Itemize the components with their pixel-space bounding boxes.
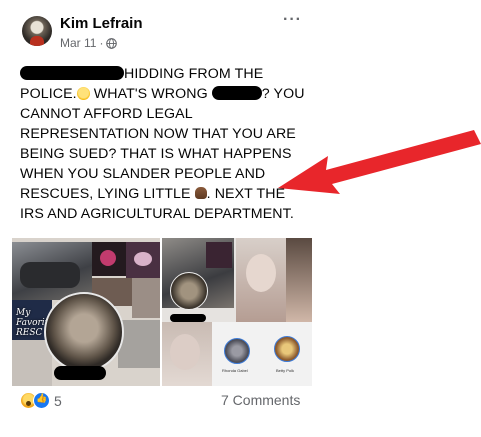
photo-tag: Rhonda Gabel	[222, 368, 248, 373]
post-date[interactable]: Mar 11	[60, 36, 96, 50]
post-text-line: CANNOT AFFORD LEGAL	[20, 106, 193, 122]
post-text-line: RESCUES, LYING LITTLE . NEXT THE	[20, 184, 285, 204]
like-reaction-icon	[33, 392, 50, 409]
poop-emoji-icon	[194, 187, 207, 199]
globe-icon	[106, 37, 118, 49]
post-text-line: REPRESENTATION NOW THAT YOU ARE	[20, 126, 296, 142]
redacted-name	[211, 86, 262, 100]
post-text: HIDDING FROM THE POLICE. WHAT'S WRONG ? …	[20, 64, 304, 224]
red-arrow-annotation	[278, 130, 481, 194]
meta-separator: ·	[99, 36, 104, 50]
post-text-line: POLICE. WHAT'S WRONG ? YOU	[20, 84, 304, 104]
post-text-segment: HIDDING FROM THE	[124, 66, 264, 82]
facebook-post: Kim Lefrain Mar 11 · ··· HIDDING FROM TH…	[0, 0, 481, 437]
comments-count-link[interactable]: 7 Comments	[221, 392, 300, 408]
post-text-line: WHEN YOU SLANDER PEOPLE AND	[20, 166, 266, 182]
laughing-emoji-icon	[76, 87, 90, 100]
reactions-summary[interactable]: 5	[20, 392, 62, 409]
post-text-segment: RESCUES, LYING LITTLE	[20, 186, 195, 202]
photo-grid: My Favorit RESC Rhonda Gabel Betty Polk	[12, 238, 312, 388]
redacted-name	[20, 66, 124, 80]
more-options-icon[interactable]: ···	[283, 12, 302, 28]
post-text-line: HIDDING FROM THE	[20, 64, 282, 84]
post-text-segment: WHAT'S WRONG	[89, 86, 212, 102]
post-text-segment: POLICE.	[20, 86, 77, 102]
post-text-line: BEING SUED? THAT IS WHAT HAPPENS	[20, 146, 292, 162]
author-avatar[interactable]	[22, 16, 52, 46]
photo-tag: Betty Polk	[276, 368, 295, 373]
post-text-line: IRS AND AGRICULTURAL DEPARTMENT.	[20, 206, 294, 222]
shared-photo-collage[interactable]: My Favorit RESC	[12, 238, 160, 386]
author-name[interactable]: Kim Lefrain	[60, 15, 143, 32]
post-text-segment: ? YOU	[261, 86, 305, 102]
reaction-count: 5	[54, 392, 62, 409]
post-meta: Mar 11 ·	[60, 36, 118, 50]
shared-photo-collage[interactable]: Rhonda Gabel Betty Polk	[162, 238, 312, 386]
